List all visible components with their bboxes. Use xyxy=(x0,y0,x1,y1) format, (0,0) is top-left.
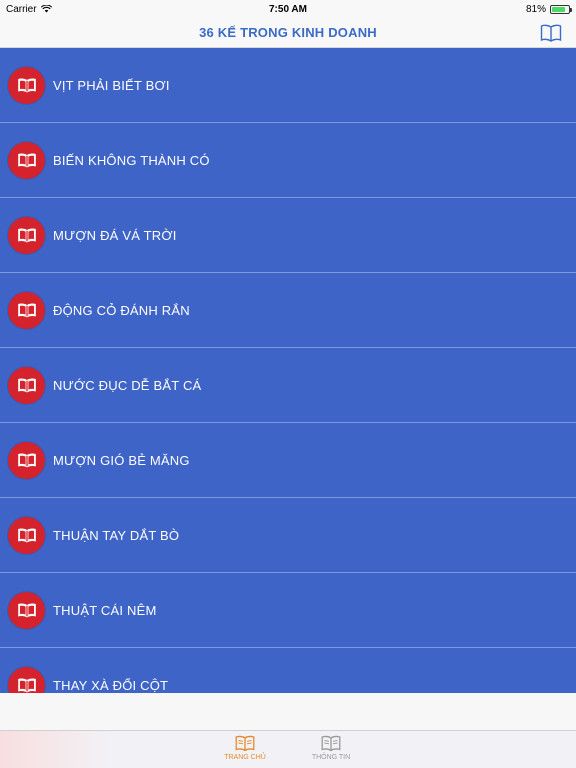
list-item[interactable]: THUẬT CÁI NÊM xyxy=(0,573,576,648)
status-time: 7:50 AM xyxy=(269,3,307,15)
book-icon xyxy=(8,666,45,693)
tab-home[interactable]: TRANG CHỦ xyxy=(223,731,267,768)
tab-label: TRANG CHỦ xyxy=(224,754,266,761)
book-icon xyxy=(8,66,45,104)
strategy-list: VỊT PHẢI BIẾT BƠI BIẾN KHÔNG THÀNH CÓ MƯỢN… xyxy=(0,48,576,693)
tab-bar: TRANG CHỦ THÔNG TIN xyxy=(0,730,576,768)
list-item[interactable]: ĐỘNG CỎ ĐÁNH RẮN xyxy=(0,273,576,348)
list-item[interactable]: MƯỢN GIÓ BẺ MĂNG xyxy=(0,423,576,498)
book-icon xyxy=(8,516,45,554)
battery-fill xyxy=(551,6,565,12)
navigation-bar: 36 KẾ TRONG KINH DOANH xyxy=(0,18,576,48)
status-bar: Carrier 7:50 AM 81% xyxy=(0,0,576,18)
list-item-label: MƯỢN GIÓ BẺ MĂNG xyxy=(53,452,190,468)
book-icon xyxy=(8,141,45,179)
list-item[interactable]: VỊT PHẢI BIẾT BƠI xyxy=(0,48,576,123)
list-item-label: THAY XÀ ĐỔI CỘT xyxy=(53,677,169,693)
book-icon xyxy=(8,591,45,629)
book-icon[interactable] xyxy=(540,23,562,43)
list-item[interactable]: BIẾN KHÔNG THÀNH CÓ xyxy=(0,123,576,198)
status-right: 81% xyxy=(430,3,572,15)
book-icon xyxy=(8,216,45,254)
list-item-label: NƯỚC ĐỤC DỄ BẮT CÁ xyxy=(53,377,202,393)
tab-info[interactable]: THÔNG TIN xyxy=(309,731,353,768)
battery-icon xyxy=(549,4,572,14)
list-item-label: MƯỢN ĐÁ VÁ TRỜI xyxy=(53,227,177,243)
tab-label: THÔNG TIN xyxy=(311,754,351,761)
list-item-label: VỊT PHẢI BIẾT BƠI xyxy=(53,77,170,93)
list-item[interactable]: MƯỢN ĐÁ VÁ TRỜI xyxy=(0,198,576,273)
list-item[interactable]: THUẬN TAY DẮT BÒ xyxy=(0,498,576,573)
battery-percent: 81% xyxy=(525,3,546,15)
book-icon xyxy=(8,291,45,329)
list-item-label: THUẬT CÁI NÊM xyxy=(53,602,157,618)
list-item-label: ĐỘNG CỎ ĐÁNH RẮN xyxy=(53,302,190,318)
book-icon xyxy=(235,735,255,752)
carrier-label: Carrier xyxy=(6,3,37,15)
book-icon xyxy=(8,441,45,479)
empty-area xyxy=(0,693,576,730)
list-item-label: THUẬN TAY DẮT BÒ xyxy=(53,527,180,543)
list-item[interactable]: THAY XÀ ĐỔI CỘT xyxy=(0,648,576,693)
list-item[interactable]: NƯỚC ĐỤC DỄ BẮT CÁ xyxy=(0,348,576,423)
book-icon xyxy=(321,735,341,752)
list-item-label: BIẾN KHÔNG THÀNH CÓ xyxy=(53,152,210,168)
status-left: Carrier xyxy=(6,4,146,15)
book-icon xyxy=(8,366,45,404)
page-title: 36 KẾ TRONG KINH DOANH xyxy=(199,25,377,40)
wifi-icon xyxy=(40,5,52,13)
